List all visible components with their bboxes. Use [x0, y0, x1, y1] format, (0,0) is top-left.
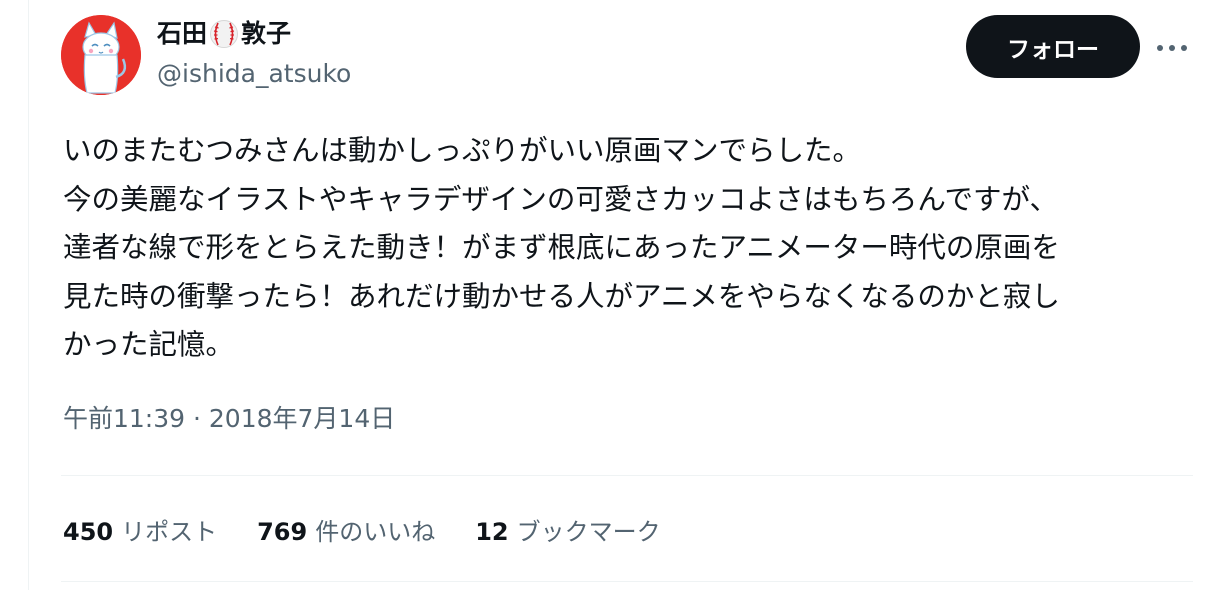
timeline-border — [28, 0, 29, 590]
bookmark-stat[interactable]: 12 ブックマーク — [475, 512, 660, 547]
repost-label: リポスト — [121, 517, 218, 546]
bookmark-count: 12 — [475, 517, 509, 546]
tweet-line: 今の美麗なイラストやキャラデザインの可愛さカッコよさはもちろんですが、 — [63, 182, 1058, 216]
tweet-line: 見た時の衝撃ったら！あれだけ動かせる人がアニメをやらなくなるのかと寂し — [63, 279, 1060, 313]
tweet-timestamp[interactable]: 午前11:39 · 2018年7月14日 — [63, 399, 395, 439]
repost-stat[interactable]: 450 リポスト — [63, 512, 217, 547]
like-label: 件のいいね — [315, 517, 436, 546]
baseball-icon — [209, 19, 239, 49]
author-block: 石田 敦子 @ishida_atsuko — [157, 16, 351, 90]
like-stat[interactable]: 769 件のいいね — [257, 512, 435, 547]
user-handle[interactable]: @ishida_atsuko — [157, 58, 351, 90]
display-name-part1: 石田 — [157, 19, 208, 48]
repost-count: 450 — [63, 517, 114, 546]
avatar[interactable] — [61, 15, 141, 95]
display-name-part2: 敦子 — [241, 19, 292, 48]
more-dots-icon[interactable] — [1152, 30, 1192, 66]
engagement-stats: 450 リポスト 769 件のいいね 12 ブックマーク — [63, 509, 661, 549]
bookmark-label: ブックマーク — [516, 517, 661, 546]
like-count: 769 — [257, 517, 308, 546]
tweet-line: かった記憶。 — [63, 328, 235, 361]
divider — [61, 475, 1193, 476]
divider — [61, 581, 1193, 582]
follow-button[interactable]: フォロー — [966, 15, 1140, 78]
tweet-line: いのまたむつみさんは動かしっぷりがいい原画マンでらした。 — [63, 134, 862, 167]
tweet-text: いのまたむつみさんは動かしっぷりがいい原画マンでらした。 今の美麗なイラストやキ… — [63, 127, 1193, 370]
avatar-image — [61, 15, 141, 95]
tweet-line: 達者な線で形をとらえた動き！がまず根底にあったアニメーター時代の原画を — [63, 231, 1060, 264]
display-name[interactable]: 石田 敦子 — [157, 16, 351, 52]
